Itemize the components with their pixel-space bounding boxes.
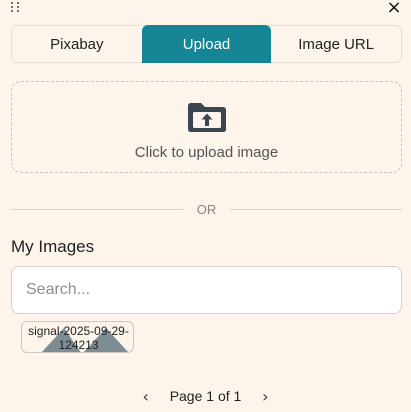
prev-page-icon[interactable]: ‹ (136, 387, 156, 406)
search-input[interactable] (11, 266, 402, 314)
tab-pixabay[interactable]: Pixabay (12, 26, 142, 62)
or-text: OR (196, 201, 217, 217)
upload-dropzone[interactable]: Click to upload image (11, 81, 402, 173)
or-divider: OR (11, 201, 402, 217)
drag-handle-icon[interactable] (11, 2, 23, 16)
tab-image-url[interactable]: Image URL (271, 26, 401, 62)
image-thumbnail[interactable]: signal-2025-09-29-124213 (21, 321, 134, 353)
divider-line-right (230, 208, 402, 210)
source-tabs: Pixabay Upload Image URL (11, 25, 402, 63)
tab-upload[interactable]: Upload (141, 25, 272, 63)
image-picker-panel: × Pixabay Upload Image URL Click to uplo… (0, 0, 411, 412)
close-icon[interactable]: × (385, 0, 403, 17)
my-images-title: My Images (11, 237, 95, 256)
divider-line-left (11, 208, 183, 210)
pagination: ‹ Page 1 of 1 › (0, 386, 411, 406)
folder-upload-icon (187, 103, 226, 132)
page-indicator: Page 1 of 1 (169, 388, 242, 404)
next-page-icon[interactable]: › (255, 387, 275, 406)
upload-instruction: Click to upload image (134, 144, 279, 161)
thumbnail-label: signal-2025-09-29-124213 (28, 324, 129, 352)
